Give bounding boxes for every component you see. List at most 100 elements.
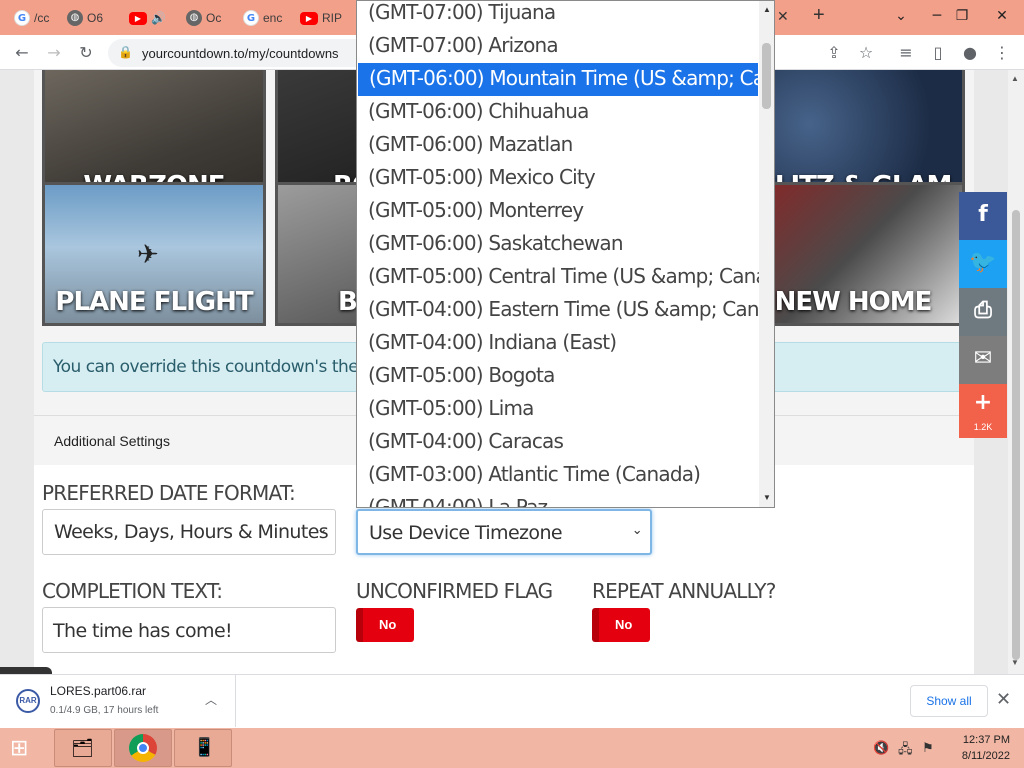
profile-avatar-icon[interactable]: ● [958,41,982,65]
action-center-icon[interactable]: ⚑ [922,740,934,756]
tab-title: /cc [34,11,50,25]
timezone-select[interactable]: Use Device Timezone ⌄ [356,509,652,555]
scrollbar-thumb[interactable] [1012,210,1020,660]
print-icon: ⎙ [974,298,992,323]
timezone-dropdown-list[interactable]: (GMT-07:00) Tijuana (GMT-07:00) Arizona … [356,0,775,508]
timezone-option[interactable]: (GMT-06:00) Chihuahua [357,96,760,129]
timezone-option[interactable]: (GMT-05:00) Bogota [357,360,760,393]
youtube-icon: ▶ [300,11,318,25]
facebook-share-button[interactable]: f [959,192,1007,240]
download-item[interactable]: RAR LORES.part06.rar 0.1/4.9 GB, 17 hour… [0,675,236,727]
network-icon[interactable]: 🖧 [898,740,913,762]
download-shelf: RAR LORES.part06.rar 0.1/4.9 GB, 17 hour… [0,674,1024,728]
facebook-icon: f [978,202,988,227]
input-value: The time has come! [53,620,233,642]
reload-icon[interactable]: ↻ [74,41,98,65]
theme-name: PLANE FLIGHT [55,287,253,317]
section-title: Additional Settings [54,433,170,449]
date-format-select[interactable]: Weeks, Days, Hours & Minutes ⌄ [42,509,336,555]
chrome-icon-center [137,742,149,754]
timezone-option[interactable]: (GMT-06:00) Saskatchewan [357,228,760,261]
audio-playing-icon: 🔊 [151,11,166,25]
new-tab-button[interactable]: + [813,4,825,27]
show-all-button[interactable]: Show all [910,685,988,717]
lock-button[interactable]: 🔒 [0,667,52,674]
tab-title: Oc [206,11,222,25]
side-panel-icon[interactable]: ▯ [926,41,950,65]
browser-tab[interactable]: ◍ Oc [186,4,221,32]
close-window-icon[interactable]: ✕ [984,2,1020,30]
unconfirmed-flag-toggle[interactable]: No [356,608,414,642]
timezone-option[interactable]: (GMT-04:00) Eastern Time (US &amp; Canad… [357,294,774,327]
clock-date[interactable]: 8/11/2022 [945,750,1010,762]
back-icon[interactable]: ← [10,41,34,65]
timezone-option[interactable]: (GMT-07:00) Arizona [357,30,760,63]
chevron-down-icon: ⌄ [316,522,328,537]
completion-text-label: COMPLETION TEXT: [42,579,223,603]
scroll-up-icon[interactable]: ▲ [763,5,771,14]
phone-icon: 📱 [193,737,216,757]
media-control-icon[interactable]: ≡ [894,41,918,65]
email-share-button[interactable]: ✉ [959,336,1007,384]
chevron-down-icon: ⌄ [631,523,643,538]
url-text: yourcountdown.to/my/countdowns [142,46,339,61]
timezone-option[interactable]: (GMT-07:00) Tijuana [357,1,760,30]
globe-icon: ◍ [67,10,83,26]
tab-title: O6 [87,11,104,25]
timezone-option[interactable]: (GMT-03:00) Atlantic Time (Canada) [357,459,760,492]
download-status: 0.1/4.9 GB, 17 hours left [50,705,159,716]
timezone-option[interactable]: (GMT-05:00) Central Time (US &amp; Canad… [357,261,774,294]
twitter-icon: 🐦 [969,250,997,275]
share-page-icon[interactable]: ⇪ [822,41,846,65]
chevron-up-icon[interactable]: ︿ [205,691,217,708]
twitter-share-button[interactable]: 🐦 [959,240,1007,288]
device-task[interactable]: 📱 [174,729,232,767]
repeat-annually-toggle[interactable]: No [592,608,650,642]
tab-search-icon[interactable]: ⌄ [883,2,919,30]
timezone-option[interactable]: (GMT-04:00) Indiana (East) [357,327,760,360]
rar-file-icon: RAR [16,689,40,713]
timezone-option[interactable]: (GMT-06:00) Mazatlan [357,129,760,162]
page-scrollbar[interactable]: ▲ ▼ [1008,70,1024,674]
timezone-option[interactable]: (GMT-05:00) Lima [357,393,760,426]
browser-tab[interactable]: ▶ 🔊 [129,4,166,32]
tab-title: enc [263,11,283,25]
forward-icon[interactable]: → [42,41,66,65]
download-filename: LORES.part06.rar [50,684,147,698]
repeat-annually-label: REPEAT ANNUALLY? [592,579,776,603]
dropdown-scrollbar[interactable]: ▲ ▼ [759,1,774,507]
bookmark-star-icon[interactable]: ☆ [854,41,878,65]
scroll-up-icon[interactable]: ▲ [1011,74,1019,83]
timezone-option[interactable]: (GMT-04:00) Caracas [357,426,760,459]
file-explorer-task[interactable]: 🗂 [54,729,112,767]
windows-taskbar: ⊞ 🗂 📱 🔇 🖧 ⚑ 12:37 PM 8/11/2022 [0,728,1024,768]
print-button[interactable]: ⎙ [959,288,1007,336]
plus-icon: + [973,390,993,415]
menu-kebab-icon[interactable]: ⋮ [990,41,1014,65]
toggle-label: No [615,617,633,632]
browser-tab[interactable]: ▶ RIP [300,4,342,32]
scroll-down-icon[interactable]: ▼ [763,493,771,502]
timezone-option[interactable]: (GMT-04:00) La Paz [357,492,760,507]
clock-time[interactable]: 12:37 PM [950,734,1010,746]
windows-start-icon[interactable]: ⊞ [10,735,28,761]
lock-icon: 🔒 [118,45,133,59]
close-tab-icon[interactable]: ✕ [777,8,789,25]
timezone-option-selected[interactable]: (GMT-06:00) Mountain Time (US &amp; Cana… [358,63,774,96]
volume-muted-icon[interactable]: 🔇 [873,740,889,756]
timezone-option[interactable]: (GMT-05:00) Mexico City [357,162,760,195]
unconfirmed-flag-label: UNCONFIRMED FLAG [356,579,553,603]
restore-icon[interactable]: ❐ [944,2,980,30]
timezone-option[interactable]: (GMT-05:00) Monterrey [357,195,760,228]
browser-tab[interactable]: ◍ O6 [67,4,103,32]
chrome-task[interactable] [114,729,172,767]
dropdown-scrollbar-thumb[interactable] [762,43,771,109]
scroll-down-icon[interactable]: ▼ [1011,658,1019,667]
browser-tab[interactable]: G enc [243,4,282,32]
airplane-icon: ✈ [137,239,159,269]
browser-tab[interactable]: G /cc [14,4,49,32]
close-download-shelf-icon[interactable]: ✕ [996,689,1011,710]
more-share-button[interactable]: + 1.2K [959,384,1007,438]
theme-tile-plane-flight[interactable]: ✈ PLANE FLIGHT [42,182,266,326]
completion-text-input[interactable]: The time has come! [42,607,336,653]
